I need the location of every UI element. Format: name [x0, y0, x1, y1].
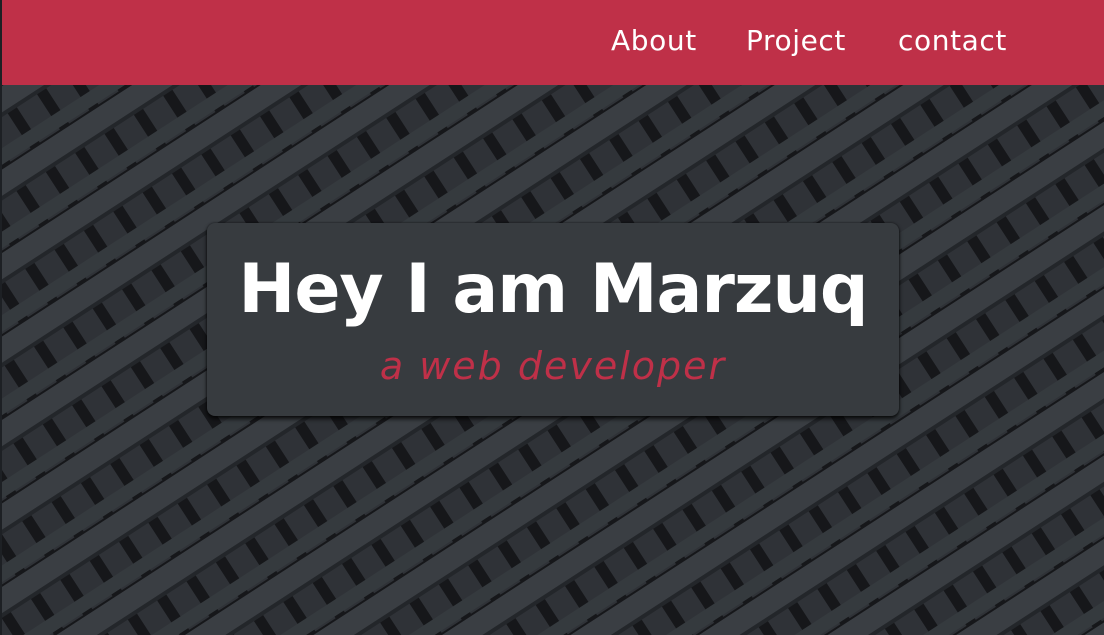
nav-link-contact[interactable]: contact [898, 22, 1007, 60]
navbar: About Project contact [0, 0, 1104, 85]
nav-link-about[interactable]: About [611, 22, 697, 60]
window-left-edge [0, 0, 2, 635]
hero-subtitle: a web developer [379, 344, 727, 388]
hero-card: Hey I am Marzuq a web developer [207, 223, 899, 416]
hero-title: Hey I am Marzuq [238, 250, 868, 329]
nav-link-project[interactable]: Project [746, 22, 846, 60]
hero-section: Hey I am Marzuq a web developer [0, 85, 1104, 635]
